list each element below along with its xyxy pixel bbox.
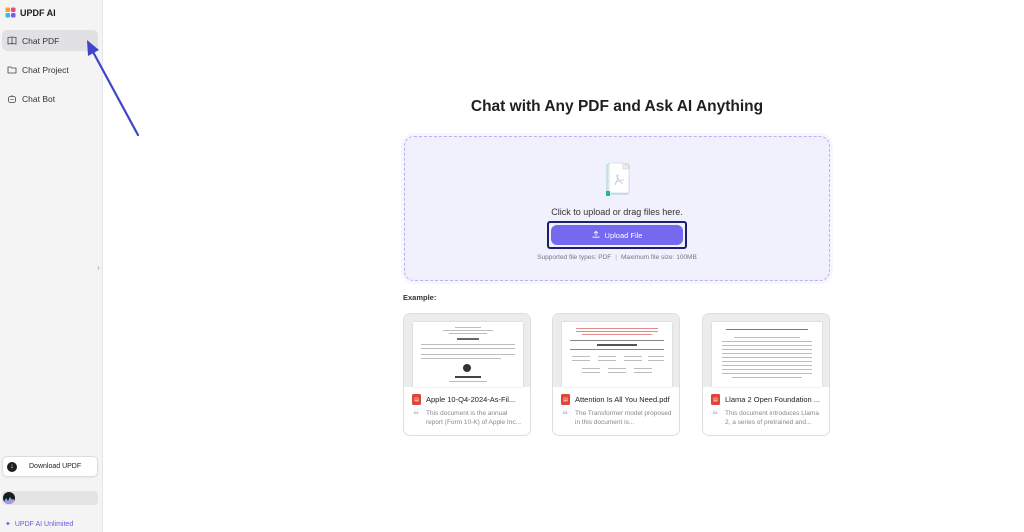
pdf-icon: ▤ [561,394,570,405]
sidebar-item-chat-project[interactable]: Chat Project [2,59,98,80]
sidebar-item-label: Chat Bot [22,93,56,104]
folder-icon [7,65,17,75]
collapse-sidebar-chevron-icon[interactable]: › [94,260,103,274]
page-title: Chat with Any PDF and Ask AI Anything [470,98,764,115]
thumbnail-page [562,322,672,387]
bot-icon [7,94,17,104]
upload-file-button[interactable]: Upload File [551,225,683,245]
upload-dropzone[interactable]: Click to upload or drag files here. Uplo… [404,136,830,281]
document-thumbnail [703,314,829,387]
max-file-size: Maximum file size: 100MB [620,254,697,261]
account-bar[interactable] [2,491,98,505]
app-window: UPDF AI Chat PDF Chat Project Chat Bot ›… [0,0,1024,532]
card-title: Attention Is All You Need.pdf [575,395,670,404]
quote-icon: ❝ [712,410,718,421]
example-card-attention[interactable]: ▤ Attention Is All You Need.pdf ❝ The Tr… [552,313,680,436]
sidebar-item-label: Chat PDF [22,35,60,46]
unlimited-label: UPDF AI Unlimited [14,520,74,528]
upload-constraints: Supported file types: PDF | Maximum file s… [405,254,829,261]
document-thumbnail [553,314,679,387]
document-thumbnail [404,314,530,387]
example-heading: Example: [403,293,437,302]
upload-icon [592,230,600,240]
avatar[interactable] [3,492,15,504]
download-updf-button[interactable]: ↓ Download UPDF [2,456,98,477]
supported-file-types: Supported file types: PDF [537,254,612,261]
pdf-icon: ▤ [412,394,421,405]
quote-icon: ❝ [413,410,419,421]
card-title-row: ▤ Attention Is All You Need.pdf [561,394,675,405]
updf-logo-icon [5,7,16,18]
download-icon: ↓ [7,461,17,472]
updf-ai-unlimited-link[interactable]: ✦ UPDF AI Unlimited [5,520,74,529]
quote-icon: ❝ [562,410,568,421]
upload-button-label: Upload File [604,230,643,240]
card-description: The Transformer model proposed in this d… [575,410,672,426]
card-description: This document is the annual report (Form… [426,410,522,426]
card-title: Apple 10-Q4-2024-As-Fil... [426,395,516,404]
sidebar: UPDF AI Chat PDF Chat Project Chat Bot ›… [0,0,103,532]
sparkle-icon: ✦ [5,521,11,528]
card-title-row: ▤ Llama 2 Open Foundation ... [711,394,825,405]
separator: | [615,254,617,261]
pdf-file-icon [606,162,630,196]
logo[interactable]: UPDF AI [5,7,56,18]
upload-prompt: Click to upload or drag files here. [551,207,683,217]
pdf-icon: ▤ [711,394,720,405]
thumbnail-page [712,322,822,387]
card-title: Llama 2 Open Foundation ... [725,395,821,404]
app-name: UPDF AI [20,7,56,18]
card-description: This document introduces Llama 2, a seri… [725,410,819,426]
sidebar-item-chat-bot[interactable]: Chat Bot [2,88,98,109]
card-title-row: ▤ Apple 10-Q4-2024-As-Fil... [412,394,526,405]
thumbnail-page [413,322,523,387]
sidebar-item-label: Chat Project [22,64,69,75]
download-label: Download UPDF [29,463,82,470]
sidebar-item-chat-pdf[interactable]: Chat PDF [2,30,98,51]
example-card-llama2[interactable]: ▤ Llama 2 Open Foundation ... ❝ This doc… [702,313,830,436]
book-icon [7,36,17,46]
example-card-apple[interactable]: ▤ Apple 10-Q4-2024-As-Fil... ❝ This docu… [403,313,531,436]
